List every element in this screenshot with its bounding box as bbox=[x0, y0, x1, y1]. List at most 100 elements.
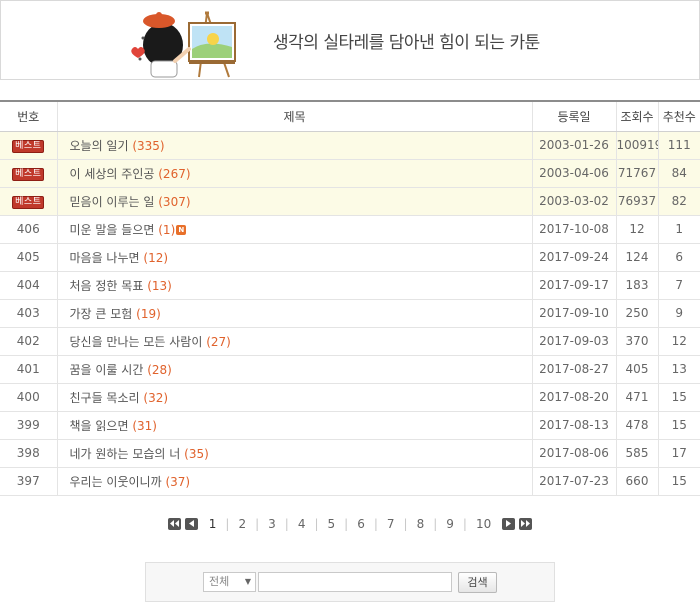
banner-tagline: 생각의 실타레를 담아낸 힘이 되는 카툰 bbox=[273, 33, 540, 53]
best-badge: 베스트 bbox=[12, 140, 45, 153]
search-input[interactable] bbox=[258, 572, 452, 592]
post-recommend: 6 bbox=[657, 243, 700, 272]
post-views: 585 bbox=[615, 439, 658, 468]
post-views: 76937 bbox=[615, 187, 658, 216]
column-header-recommend: 추천수 bbox=[657, 100, 700, 132]
column-header-date: 등록일 bbox=[531, 100, 616, 132]
best-post-row[interactable]: 베스트 믿음이 이루는 일 (307) 2003-03-02 76937 82 bbox=[0, 187, 700, 216]
page-link-7[interactable]: 7 bbox=[378, 517, 404, 531]
post-title-link[interactable]: 꿈을 이룰 시간 bbox=[70, 363, 144, 377]
comment-count: (1) bbox=[158, 222, 176, 237]
post-title-link[interactable]: 마음을 나누면 bbox=[70, 251, 140, 265]
post-row[interactable]: 405 마음을 나누면 (12) 2017-09-24 124 6 bbox=[0, 243, 700, 272]
post-views: 405 bbox=[615, 355, 658, 384]
new-post-icon: N bbox=[176, 225, 187, 235]
post-recommend: 84 bbox=[657, 159, 700, 188]
post-views: 71767 bbox=[615, 159, 658, 188]
best-badge: 베스트 bbox=[12, 168, 45, 181]
prev-page-icon[interactable] bbox=[184, 517, 198, 530]
search-scope-value: 전체 bbox=[209, 575, 230, 588]
post-title-link[interactable]: 믿음이 이루는 일 bbox=[70, 195, 155, 209]
page-link-1[interactable]: 1 bbox=[200, 517, 226, 531]
post-views: 660 bbox=[615, 467, 658, 496]
post-row[interactable]: 402 당신을 만나는 모든 사람이 (27) 2017-09-03 370 1… bbox=[0, 327, 700, 356]
post-date: 2017-08-20 bbox=[531, 383, 616, 412]
column-header-title: 제목 bbox=[56, 100, 532, 132]
post-row[interactable]: 400 친구들 목소리 (32) 2017-08-20 471 15 bbox=[0, 383, 700, 412]
post-recommend: 9 bbox=[657, 299, 700, 328]
post-title-link[interactable]: 오늘의 일기 bbox=[70, 139, 129, 153]
post-date: 2017-09-10 bbox=[531, 299, 616, 328]
page-link-3[interactable]: 3 bbox=[259, 517, 285, 531]
post-date: 2017-08-06 bbox=[531, 439, 616, 468]
best-post-row[interactable]: 베스트 오늘의 일기 (335) 2003-01-26 100919 111 bbox=[0, 131, 700, 160]
post-date: 2017-09-03 bbox=[531, 327, 616, 356]
post-row[interactable]: 398 네가 원하는 모습의 너 (35) 2017-08-06 585 17 bbox=[0, 439, 700, 468]
post-views: 183 bbox=[615, 271, 658, 300]
comment-count: (28) bbox=[147, 362, 172, 377]
post-recommend: 82 bbox=[657, 187, 700, 216]
comment-count: (32) bbox=[143, 390, 169, 405]
comment-count: (27) bbox=[206, 334, 231, 349]
comment-count: (19) bbox=[136, 306, 161, 321]
last-page-icon[interactable] bbox=[519, 517, 533, 530]
page-link-10[interactable]: 10 bbox=[467, 517, 500, 531]
post-title-link[interactable]: 이 세상의 주인공 bbox=[70, 167, 155, 181]
post-row[interactable]: 404 처음 정한 목표 (13) 2017-09-17 183 7 bbox=[0, 271, 700, 300]
post-recommend: 13 bbox=[657, 355, 700, 384]
post-list-table: 번호 제목 등록일 조회수 추천수 베스트 오늘의 일기 (335) 2003-… bbox=[0, 100, 700, 496]
post-views: 471 bbox=[615, 383, 658, 412]
search-button[interactable]: 검색 bbox=[458, 572, 497, 593]
post-date: 2017-07-23 bbox=[531, 467, 616, 496]
post-number: 398 bbox=[0, 439, 57, 468]
post-recommend: 15 bbox=[657, 467, 700, 496]
post-row[interactable]: 401 꿈을 이룰 시간 (28) 2017-08-27 405 13 bbox=[0, 355, 700, 384]
search-box: 전체 ▼ 검색 bbox=[145, 562, 555, 602]
page-link-9[interactable]: 9 bbox=[437, 517, 463, 531]
pagination: 1 | 2 | 3 | 4 | 5 | 6 | 7 | 8 | 9 | 10 bbox=[0, 516, 700, 534]
post-number: 405 bbox=[0, 243, 57, 272]
column-header-no: 번호 bbox=[0, 100, 57, 132]
post-title-link[interactable]: 미운 말을 들으면 bbox=[70, 223, 155, 237]
post-views: 250 bbox=[615, 299, 658, 328]
post-views: 100919 bbox=[615, 131, 658, 160]
post-date: 2017-09-24 bbox=[531, 243, 616, 272]
post-views: 370 bbox=[615, 327, 658, 356]
post-row[interactable]: 397 우리는 이웃이니까 (37) 2017-07-23 660 15 bbox=[0, 467, 700, 496]
page-link-5[interactable]: 5 bbox=[319, 517, 345, 531]
post-recommend: 12 bbox=[657, 327, 700, 356]
post-number: 401 bbox=[0, 355, 57, 384]
first-page-icon[interactable] bbox=[167, 517, 181, 530]
page-link-4[interactable]: 4 bbox=[289, 517, 315, 531]
post-title-link[interactable]: 친구들 목소리 bbox=[70, 391, 140, 405]
post-title-link[interactable]: 당신을 만나는 모든 사람이 bbox=[70, 335, 203, 349]
best-post-row[interactable]: 베스트 이 세상의 주인공 (267) 2003-04-06 71767 84 bbox=[0, 159, 700, 188]
comment-count: (267) bbox=[158, 166, 191, 181]
post-date: 2003-03-02 bbox=[531, 187, 616, 216]
post-date: 2003-01-26 bbox=[531, 131, 616, 160]
post-title-link[interactable]: 우리는 이웃이니까 bbox=[70, 475, 162, 489]
post-title-link[interactable]: 책을 읽으면 bbox=[70, 419, 129, 433]
search-scope-select[interactable]: 전체 ▼ bbox=[203, 572, 256, 592]
post-row[interactable]: 406 미운 말을 들으면 (1) N 2017-10-08 12 1 bbox=[0, 215, 700, 244]
post-title-link[interactable]: 가장 큰 모험 bbox=[70, 307, 133, 321]
post-recommend: 15 bbox=[657, 411, 700, 440]
post-date: 2017-10-08 bbox=[531, 215, 616, 244]
best-badge: 베스트 bbox=[12, 196, 45, 209]
post-row[interactable]: 399 책을 읽으면 (31) 2017-08-13 478 15 bbox=[0, 411, 700, 440]
page-link-6[interactable]: 6 bbox=[348, 517, 374, 531]
post-views: 478 bbox=[615, 411, 658, 440]
comment-count: (13) bbox=[147, 278, 172, 293]
page-link-2[interactable]: 2 bbox=[229, 517, 255, 531]
post-number: 397 bbox=[0, 467, 57, 496]
table-header-row: 번호 제목 등록일 조회수 추천수 bbox=[0, 100, 700, 132]
post-row[interactable]: 403 가장 큰 모험 (19) 2017-09-10 250 9 bbox=[0, 299, 700, 328]
post-number: 399 bbox=[0, 411, 57, 440]
post-title-link[interactable]: 처음 정한 목표 bbox=[70, 279, 144, 293]
artist-character-illustration bbox=[131, 11, 236, 78]
post-number: 403 bbox=[0, 299, 57, 328]
page-link-8[interactable]: 8 bbox=[408, 517, 434, 531]
post-title-link[interactable]: 네가 원하는 모습의 너 bbox=[70, 447, 181, 461]
next-page-icon[interactable] bbox=[502, 517, 516, 530]
chevron-down-icon: ▼ bbox=[244, 577, 251, 586]
